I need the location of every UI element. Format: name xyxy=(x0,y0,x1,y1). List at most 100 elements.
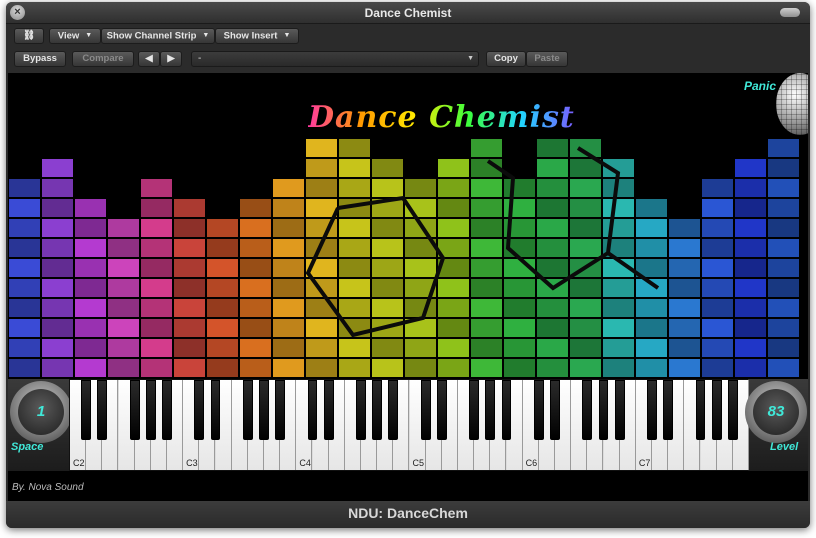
piano-black-key[interactable] xyxy=(97,380,108,440)
equalizer-cell xyxy=(669,219,700,237)
equalizer-cell xyxy=(570,319,601,337)
compare-button[interactable]: Compare xyxy=(72,51,134,67)
level-knob[interactable]: 83 xyxy=(745,381,807,443)
piano-black-key[interactable] xyxy=(388,380,399,440)
equalizer-cell xyxy=(669,259,700,277)
equalizer-cell xyxy=(9,239,40,257)
equalizer-cell xyxy=(42,279,73,297)
equalizer-cell xyxy=(207,319,238,337)
piano-black-key[interactable] xyxy=(727,380,738,440)
equalizer-cell xyxy=(438,299,469,317)
piano-black-key[interactable] xyxy=(485,380,496,440)
piano-black-key[interactable] xyxy=(711,380,722,440)
equalizer-cell xyxy=(174,259,205,277)
equalizer-cell xyxy=(471,199,502,217)
previous-preset-button[interactable]: ◀ xyxy=(138,51,160,67)
equalizer-cell xyxy=(339,259,370,277)
piano-black-key[interactable] xyxy=(582,380,593,440)
equalizer-cell xyxy=(273,339,304,357)
equalizer-cell xyxy=(603,319,634,337)
piano-black-key[interactable] xyxy=(275,380,285,440)
equalizer-cell xyxy=(141,259,172,277)
piano-black-key[interactable] xyxy=(194,380,205,440)
equalizer-cell xyxy=(768,199,799,217)
preset-toolbar: Bypass Compare ◀ ▶ - ▼ Copy Paste xyxy=(6,48,810,70)
equalizer-cell xyxy=(570,179,601,197)
title-bar: × Dance Chemist xyxy=(6,2,810,24)
equalizer-cell xyxy=(768,159,799,177)
equalizer-cell xyxy=(570,199,601,217)
equalizer-cell xyxy=(372,159,403,177)
piano-black-key[interactable] xyxy=(162,380,172,440)
bypass-button[interactable]: Bypass xyxy=(14,51,66,67)
piano-black-key[interactable] xyxy=(695,380,706,440)
piano-black-key[interactable] xyxy=(81,380,91,440)
link-icon: ⛓ xyxy=(22,30,36,41)
link-button[interactable]: ⛓ xyxy=(14,28,44,44)
space-knob[interactable]: 1 xyxy=(10,381,72,443)
equalizer-cell xyxy=(174,199,205,217)
next-preset-button[interactable]: ▶ xyxy=(160,51,182,67)
equalizer-cell xyxy=(273,179,304,197)
equalizer-cell xyxy=(108,219,139,237)
equalizer-cell xyxy=(141,319,172,337)
equalizer-cell xyxy=(372,259,403,277)
piano-black-key[interactable] xyxy=(663,380,673,440)
equalizer-cell xyxy=(306,339,337,357)
equalizer-cell xyxy=(306,179,337,197)
equalizer-cell xyxy=(702,299,733,317)
equalizer-cell xyxy=(537,299,568,317)
piano-black-key[interactable] xyxy=(420,380,431,440)
preset-menu[interactable]: - ▼ xyxy=(191,51,479,67)
equalizer-cell xyxy=(42,239,73,257)
equalizer-cell xyxy=(75,259,106,277)
piano-black-key[interactable] xyxy=(356,380,366,440)
equalizer-cell xyxy=(537,219,568,237)
equalizer-cell xyxy=(372,239,403,257)
equalizer-cell xyxy=(537,179,568,197)
equalizer-cell xyxy=(174,279,205,297)
equalizer-cell xyxy=(141,199,172,217)
piano-black-key[interactable] xyxy=(436,380,447,440)
equalizer-cell xyxy=(768,259,799,277)
equalizer-cell xyxy=(438,179,469,197)
piano-black-key[interactable] xyxy=(533,380,544,440)
piano-black-key[interactable] xyxy=(145,380,156,440)
equalizer-cell xyxy=(636,219,667,237)
show-channel-strip-button[interactable]: Show Channel Strip ▼ xyxy=(101,28,215,44)
piano-black-key[interactable] xyxy=(307,380,318,440)
paste-button[interactable]: Paste xyxy=(526,51,568,67)
piano-keyboard[interactable]: C2 C3 C4 C5 C6 C7 xyxy=(69,379,749,471)
equalizer-cell xyxy=(273,359,304,377)
view-menu-button[interactable]: View ▼ xyxy=(49,28,101,44)
piano-black-key[interactable] xyxy=(129,380,140,440)
piano-black-key[interactable] xyxy=(372,380,382,440)
equalizer-cell xyxy=(9,279,40,297)
piano-black-key[interactable] xyxy=(614,380,625,440)
equalizer-cell xyxy=(75,339,106,357)
piano-black-key[interactable] xyxy=(259,380,269,440)
piano-black-key[interactable] xyxy=(501,380,512,440)
equalizer-cell xyxy=(207,239,238,257)
equalizer-cell xyxy=(339,179,370,197)
arrow-left-icon: ◀ xyxy=(145,53,153,64)
piano-black-key[interactable] xyxy=(323,380,334,440)
show-insert-button[interactable]: Show Insert ▼ xyxy=(215,28,299,44)
piano-black-key[interactable] xyxy=(647,380,657,440)
piano-black-key[interactable] xyxy=(550,380,560,440)
equalizer-cell xyxy=(108,239,139,257)
equalizer-cell xyxy=(636,299,667,317)
piano-black-key[interactable] xyxy=(210,380,221,440)
piano-black-key[interactable] xyxy=(242,380,253,440)
equalizer-cell xyxy=(504,339,535,357)
toolbar-toggle-icon[interactable] xyxy=(780,8,800,17)
piano-black-key[interactable] xyxy=(469,380,479,440)
equalizer-cell xyxy=(240,319,271,337)
equalizer-cell xyxy=(702,359,733,377)
equalizer-cell xyxy=(735,339,766,357)
copy-button[interactable]: Copy xyxy=(486,51,526,67)
equalizer-cell xyxy=(768,359,799,377)
equalizer-cell xyxy=(471,259,502,277)
piano-black-key[interactable] xyxy=(598,380,609,440)
equalizer-cell xyxy=(504,179,535,197)
